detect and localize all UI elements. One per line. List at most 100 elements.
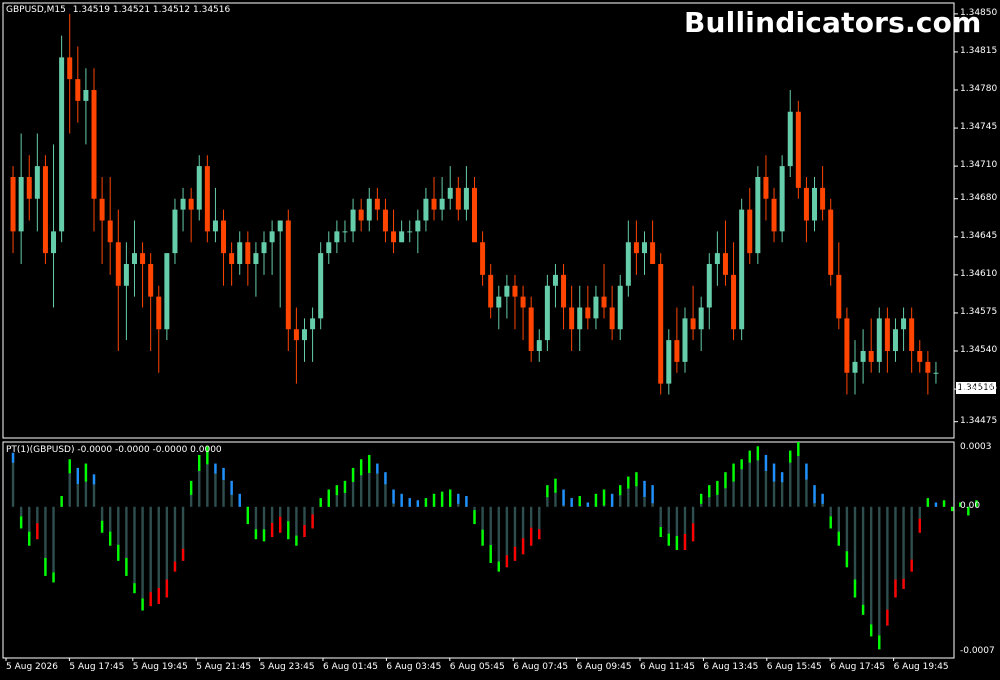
candle-body <box>642 242 648 254</box>
candle-body <box>123 264 129 286</box>
candle-body <box>925 361 931 373</box>
candle-body <box>204 166 210 232</box>
price-tick-label: 1.34780 <box>960 84 998 94</box>
histogram-tip <box>60 496 63 507</box>
candle-body <box>10 177 16 232</box>
candle-body <box>795 111 801 188</box>
candle-body <box>901 318 907 330</box>
candle-body <box>706 264 712 308</box>
histogram-tip <box>926 498 930 507</box>
histogram-tip <box>886 609 889 626</box>
histogram-tip <box>198 454 201 471</box>
histogram-tip <box>368 454 371 473</box>
candle-body <box>107 220 113 243</box>
candle-body <box>172 209 178 254</box>
candle-body <box>431 198 437 210</box>
candle-body <box>67 57 73 80</box>
symbol-header: GBPUSD,M15 1.34519 1.34521 1.34512 1.345… <box>6 5 230 15</box>
histogram-tip <box>699 493 703 504</box>
histogram-tip <box>28 531 31 546</box>
candle-body <box>196 166 202 210</box>
histogram-tip <box>222 467 225 480</box>
candle-body <box>374 198 380 210</box>
histogram-tip <box>845 551 849 568</box>
histogram-tip <box>918 518 921 533</box>
indicator-tick-label: 0.00 <box>960 500 981 511</box>
histogram-tip <box>149 592 152 607</box>
histogram-tip <box>659 527 662 538</box>
histogram-bar <box>141 506 144 611</box>
candle-body <box>318 253 324 319</box>
histogram-tip <box>311 514 314 529</box>
price-tick-label: 1.34815 <box>960 45 998 56</box>
candle-body <box>884 318 890 351</box>
time-tick-label: 6 Aug 15:45 <box>766 662 822 672</box>
candle-body <box>358 209 364 221</box>
time-tick-label: 5 Aug 21:45 <box>196 662 252 672</box>
histogram-tip <box>481 529 484 546</box>
candle-body <box>75 79 81 101</box>
time-tick-label: 6 Aug 03:45 <box>386 662 442 672</box>
candle-body <box>909 318 915 351</box>
candle-body <box>561 274 567 308</box>
candle-body <box>860 351 866 362</box>
candle-body <box>391 231 397 243</box>
histogram-tip <box>610 493 614 507</box>
histogram-tip <box>117 544 120 561</box>
histogram-tip <box>942 500 946 507</box>
histogram-tip <box>279 516 282 533</box>
histogram-tip <box>319 498 322 507</box>
candle-body <box>828 209 834 275</box>
histogram-tip <box>789 450 792 463</box>
candle-body <box>755 177 761 254</box>
histogram-tip <box>295 535 298 546</box>
histogram-tip <box>84 463 88 482</box>
histogram-tip <box>173 561 177 572</box>
candle-body <box>536 340 542 351</box>
candle-body <box>496 296 502 308</box>
candle-body <box>342 231 348 233</box>
histogram-tip <box>934 502 938 507</box>
candle-body <box>455 187 461 210</box>
histogram-tip <box>100 520 104 533</box>
histogram-bar <box>861 506 865 615</box>
candle-body <box>115 242 121 286</box>
candle-body <box>544 285 550 341</box>
candle-body <box>148 264 154 297</box>
candle-body <box>245 242 251 264</box>
candle-body <box>868 351 874 362</box>
histogram-tip <box>181 548 185 561</box>
histogram-tip <box>392 489 395 504</box>
histogram-tip <box>805 463 808 480</box>
histogram-tip <box>238 493 241 507</box>
chart-canvas[interactable] <box>0 0 1000 680</box>
histogram-tip <box>756 446 760 461</box>
candle-body <box>156 296 162 330</box>
candle-body <box>739 209 745 330</box>
main-frame <box>2 2 955 439</box>
histogram-tip <box>165 579 169 598</box>
time-tick-label: 6 Aug 19:45 <box>893 662 949 672</box>
histogram-tip <box>651 485 654 504</box>
candle-body <box>625 242 631 286</box>
candle-body <box>698 307 704 330</box>
candle-body <box>51 231 57 254</box>
histogram-tip <box>602 489 606 506</box>
histogram-tip <box>359 459 363 476</box>
candle-body <box>569 307 575 330</box>
time-tick-label: 6 Aug 09:45 <box>576 662 632 672</box>
indicator-tick-label: -0.0007 <box>960 646 995 656</box>
candle-body <box>609 307 615 330</box>
histogram-tip <box>108 531 112 546</box>
histogram-tip <box>878 635 881 650</box>
histogram-tip <box>821 493 824 504</box>
histogram-tip <box>157 588 160 604</box>
histogram-tip <box>853 579 857 598</box>
histogram-tip <box>19 516 23 529</box>
histogram-tip <box>125 557 128 576</box>
candle-body <box>423 198 429 221</box>
candle-body <box>585 307 591 319</box>
histogram-tip <box>214 463 217 474</box>
histogram-tip <box>400 493 403 507</box>
histogram-tip <box>424 498 428 507</box>
